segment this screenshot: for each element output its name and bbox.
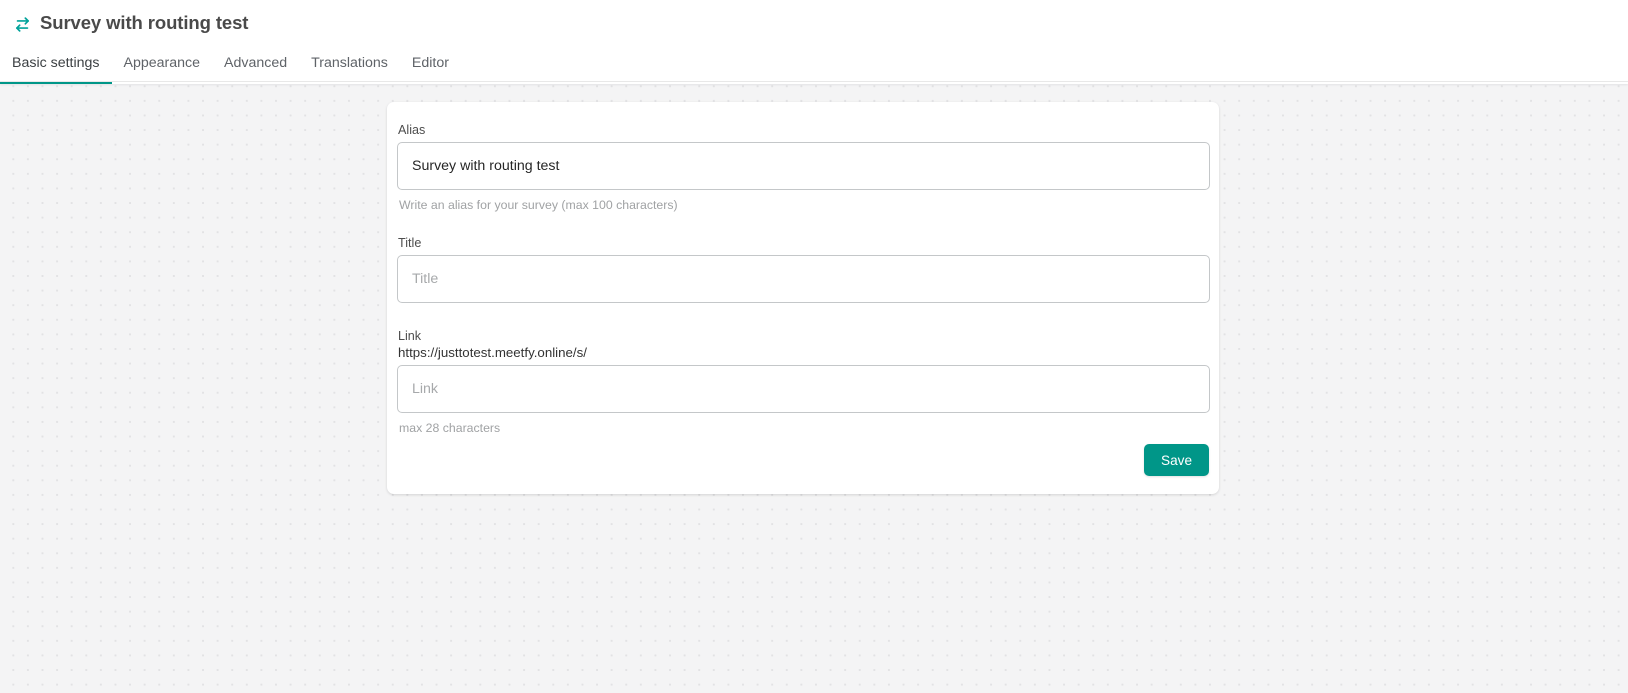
save-button[interactable]: Save (1144, 444, 1209, 476)
swap-horizontal-icon (15, 16, 30, 32)
link-label: Link (398, 329, 422, 343)
tabs-divider (0, 81, 1628, 82)
alias-label: Alias (398, 123, 426, 137)
tab-label: Advanced (224, 54, 288, 71)
top-bar: Survey with routing test Basic settings … (0, 0, 1628, 84)
title-input[interactable] (397, 255, 1210, 303)
page-title: Survey with routing test (40, 12, 249, 33)
link-field-group: Link https://justtotest.meetfy.online/s/… (397, 328, 1210, 436)
tab-translations[interactable]: Translations (299, 44, 400, 84)
title-field-group: Title (397, 235, 1210, 303)
settings-tabs: Basic settings Appearance Advanced Trans… (0, 44, 461, 84)
title-label: Title (398, 236, 422, 250)
tab-label: Editor (411, 54, 449, 71)
card-actions: Save (1144, 444, 1209, 476)
alias-input[interactable] (397, 142, 1210, 190)
page-header: Survey with routing test (14, 8, 248, 38)
link-input[interactable] (397, 365, 1210, 413)
link-hint: max 28 characters (399, 421, 501, 435)
alias-hint: Write an alias for your survey (max 100 … (399, 198, 678, 212)
basic-settings-card: Alias Write an alias for your survey (ma… (387, 102, 1219, 494)
tab-label: Basic settings (12, 54, 100, 71)
tab-label: Appearance (123, 54, 201, 71)
settings-form: Alias Write an alias for your survey (ma… (387, 102, 1219, 494)
tab-basic-settings[interactable]: Basic settings (0, 44, 112, 84)
link-url-prefix: https://justtotest.meetfy.online/s/ (398, 345, 587, 360)
tab-appearance[interactable]: Appearance (112, 44, 213, 84)
tab-advanced[interactable]: Advanced (212, 44, 299, 84)
tab-editor[interactable]: Editor (400, 44, 461, 84)
tab-label: Translations (311, 54, 388, 71)
alias-field-group: Alias Write an alias for your survey (ma… (397, 122, 1210, 213)
